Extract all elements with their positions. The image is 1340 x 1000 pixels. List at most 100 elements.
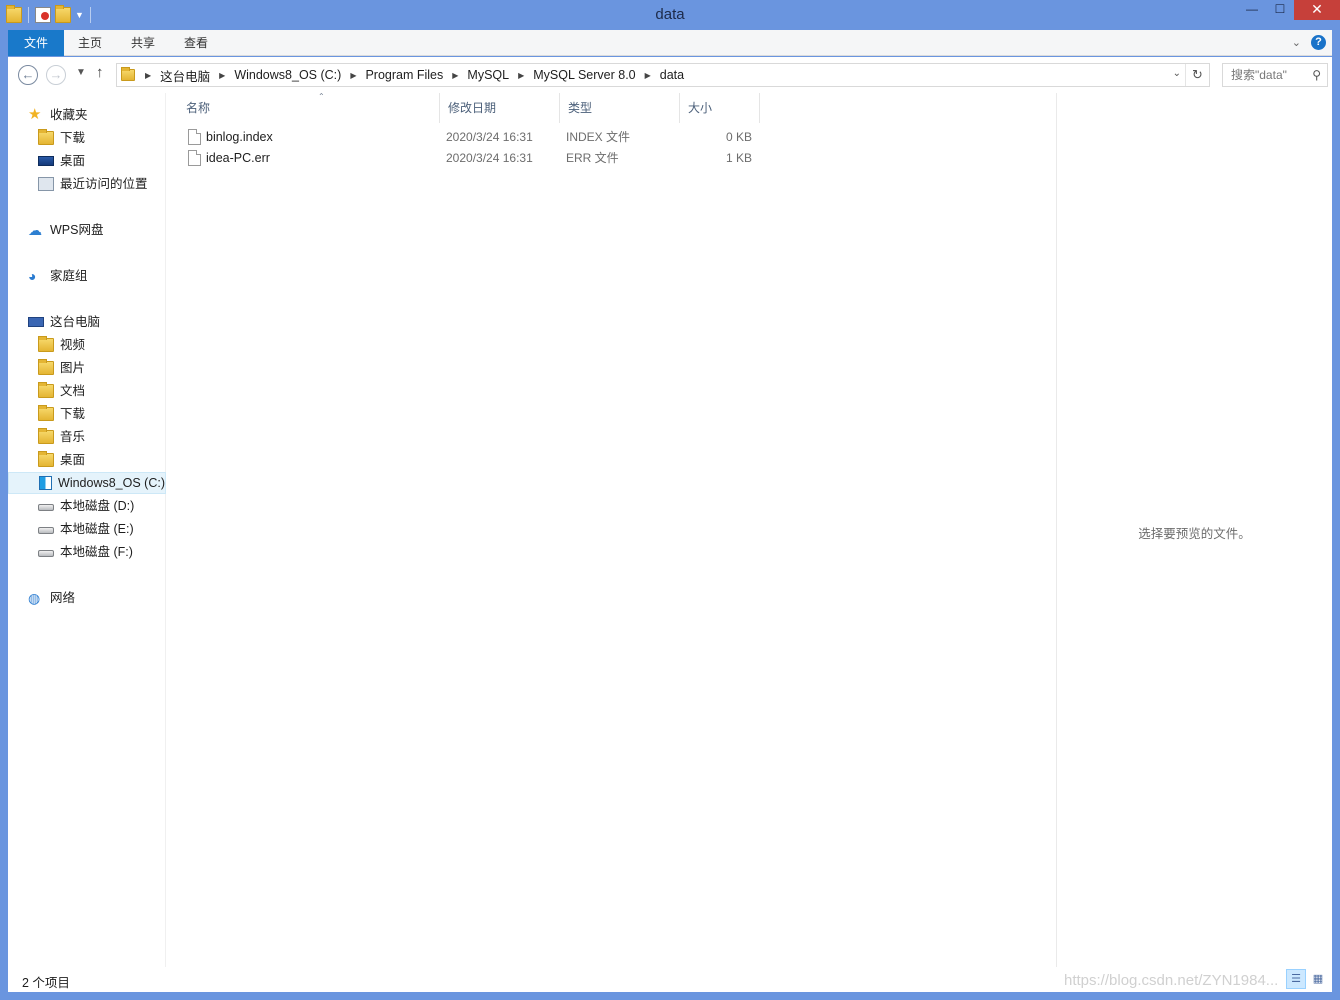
hard-drive-icon [38,504,54,511]
breadcrumb-chevron-icon[interactable]: ▶ [346,71,360,80]
windows-drive-icon [39,476,53,490]
breadcrumb-program-files[interactable]: Program Files [360,68,448,82]
tab-view[interactable]: 查看 [170,30,222,56]
nav-downloads[interactable]: 下载 [38,403,85,425]
nav-music[interactable]: 音乐 [38,426,85,448]
navigation-pane: ★ 收藏夹 下载 桌面 最近访问的位置 ☁ WPS网盘 ◕ 家庭组 这台电脑 视… [8,93,166,967]
status-bar: 2 个项目 https://blog.csdn.net/ZYN1984... ☰… [8,967,1332,992]
file-type: INDEX 文件 [566,130,631,144]
refresh-icon[interactable]: ↻ [1185,64,1209,86]
network-icon: ◍ [28,590,41,606]
file-row[interactable]: binlog.index 2020/3/24 16:31 INDEX 文件 0 … [178,127,758,148]
file-name: idea-PC.err [206,151,270,165]
breadcrumb-mysql-server[interactable]: MySQL Server 8.0 [528,68,640,82]
file-list: 名称 ⌃ 修改日期 类型 大小 binlog.index 2020/3/24 1… [166,92,1056,967]
column-header-name[interactable]: 名称 ⌃ [178,92,440,123]
recent-places-icon [38,177,54,191]
file-size: 0 KB [725,130,752,144]
nav-wps-cloud[interactable]: ☁ WPS网盘 [28,219,103,241]
nav-label: 桌面 [60,154,86,168]
preview-pane: 选择要预览的文件。 [1056,93,1332,967]
nav-drive-e[interactable]: 本地磁盘 (E:) [38,518,134,540]
ribbon-controls: ⌄ ? [1292,35,1326,50]
expand-ribbon-icon[interactable]: ⌄ [1292,36,1301,49]
large-icons-view-icon[interactable]: ▦ [1308,969,1328,989]
preview-message: 选择要预览的文件。 [1138,527,1251,541]
breadcrumb-c-drive[interactable]: Windows8_OS (C:) [229,68,346,82]
videos-folder-icon [38,336,54,352]
tab-share[interactable]: 共享 [116,30,170,56]
minimize-button[interactable]: — [1238,0,1266,20]
nav-favorites-desktop[interactable]: 桌面 [38,150,85,172]
window-title: data [655,6,685,23]
tab-home[interactable]: 主页 [64,30,116,56]
cloud-icon: ☁ [28,222,42,238]
nav-label: 视频 [60,338,86,352]
computer-icon [28,317,44,327]
search-icon[interactable]: ⚲ [1312,64,1321,86]
address-bar[interactable]: ▶ 这台电脑 ▶ Windows8_OS (C:) ▶ Program File… [116,63,1210,87]
breadcrumb-data[interactable]: data [655,68,689,82]
column-header-modified[interactable]: 修改日期 [440,93,560,123]
folder-icon [121,67,135,81]
column-label: 大小 [688,101,713,115]
nav-network[interactable]: ◍ 网络 [28,587,75,609]
nav-drive-d[interactable]: 本地磁盘 (D:) [38,495,134,517]
close-button[interactable]: ✕ [1294,0,1340,20]
file-icon [188,150,201,166]
nav-drive-c[interactable]: Windows8_OS (C:) [8,472,166,494]
file-row[interactable]: idea-PC.err 2020/3/24 16:31 ERR 文件 1 KB [178,148,758,169]
details-view-icon[interactable]: ☰ [1286,969,1306,989]
nav-label: 本地磁盘 (E:) [60,522,134,536]
music-folder-icon [38,428,54,444]
desktop-icon [38,156,54,166]
column-label: 名称 [186,101,211,115]
tab-file[interactable]: 文件 [8,30,64,56]
downloads-folder-icon [38,129,54,145]
nav-pictures[interactable]: 图片 [38,357,85,379]
nav-favorites[interactable]: ★ 收藏夹 [28,104,88,126]
ribbon: 文件 主页 共享 查看 ⌄ ? [8,30,1332,56]
breadcrumb-chevron-icon[interactable]: ▶ [641,71,655,80]
breadcrumb-chevron-icon[interactable]: ▶ [448,71,462,80]
nav-label: 这台电脑 [50,315,101,329]
nav-drive-f[interactable]: 本地磁盘 (F:) [38,541,133,563]
up-button[interactable]: ↑ [96,64,104,81]
recent-locations-icon[interactable]: ▼ [76,67,86,78]
title-bar: ▼ data — ☐ ✕ [0,0,1340,30]
nav-label: WPS网盘 [50,223,104,237]
item-count: 2 个项目 [22,976,70,990]
nav-videos[interactable]: 视频 [38,334,85,356]
nav-favorites-downloads[interactable]: 下载 [38,127,85,149]
column-header-size[interactable]: 大小 [680,93,760,123]
downloads-folder-icon [38,405,54,421]
nav-label: 最近访问的位置 [60,177,148,191]
breadcrumb-chevron-icon[interactable]: ▶ [215,71,229,80]
explorer-window: ▼ data — ☐ ✕ 文件 主页 共享 查看 ⌄ ? ← → ▼ ↑ ▶ 这… [0,0,1340,1000]
nav-this-pc[interactable]: 这台电脑 [28,311,100,333]
help-icon[interactable]: ? [1311,35,1326,50]
address-dropdown-icon[interactable]: ⌄ [1173,68,1181,79]
maximize-button[interactable]: ☐ [1266,0,1294,20]
file-icon [188,129,201,145]
navigation-bar: ← → ▼ ↑ ▶ 这台电脑 ▶ Windows8_OS (C:) ▶ Prog… [8,57,1332,93]
search-input[interactable]: 搜索"data" ⚲ [1222,63,1328,87]
nav-label: 图片 [60,361,86,375]
nav-label: 收藏夹 [50,108,88,122]
nav-documents[interactable]: 文档 [38,380,85,402]
star-icon: ★ [28,106,42,123]
file-name: binlog.index [206,130,273,144]
nav-homegroup[interactable]: ◕ 家庭组 [28,265,88,287]
breadcrumb-this-pc[interactable]: 这台电脑 [155,66,215,85]
breadcrumb-chevron-icon[interactable]: ▶ [514,71,528,80]
back-button[interactable]: ← [18,65,38,85]
nav-label: 下载 [60,131,86,145]
nav-desktop[interactable]: 桌面 [38,449,85,471]
nav-label: 网络 [50,591,76,605]
file-modified: 2020/3/24 16:31 [446,130,533,144]
breadcrumb-chevron-icon[interactable]: ▶ [141,71,155,80]
nav-favorites-recent[interactable]: 最近访问的位置 [38,173,148,195]
forward-button[interactable]: → [46,65,66,85]
breadcrumb-mysql[interactable]: MySQL [462,68,514,82]
column-header-type[interactable]: 类型 [560,93,680,123]
